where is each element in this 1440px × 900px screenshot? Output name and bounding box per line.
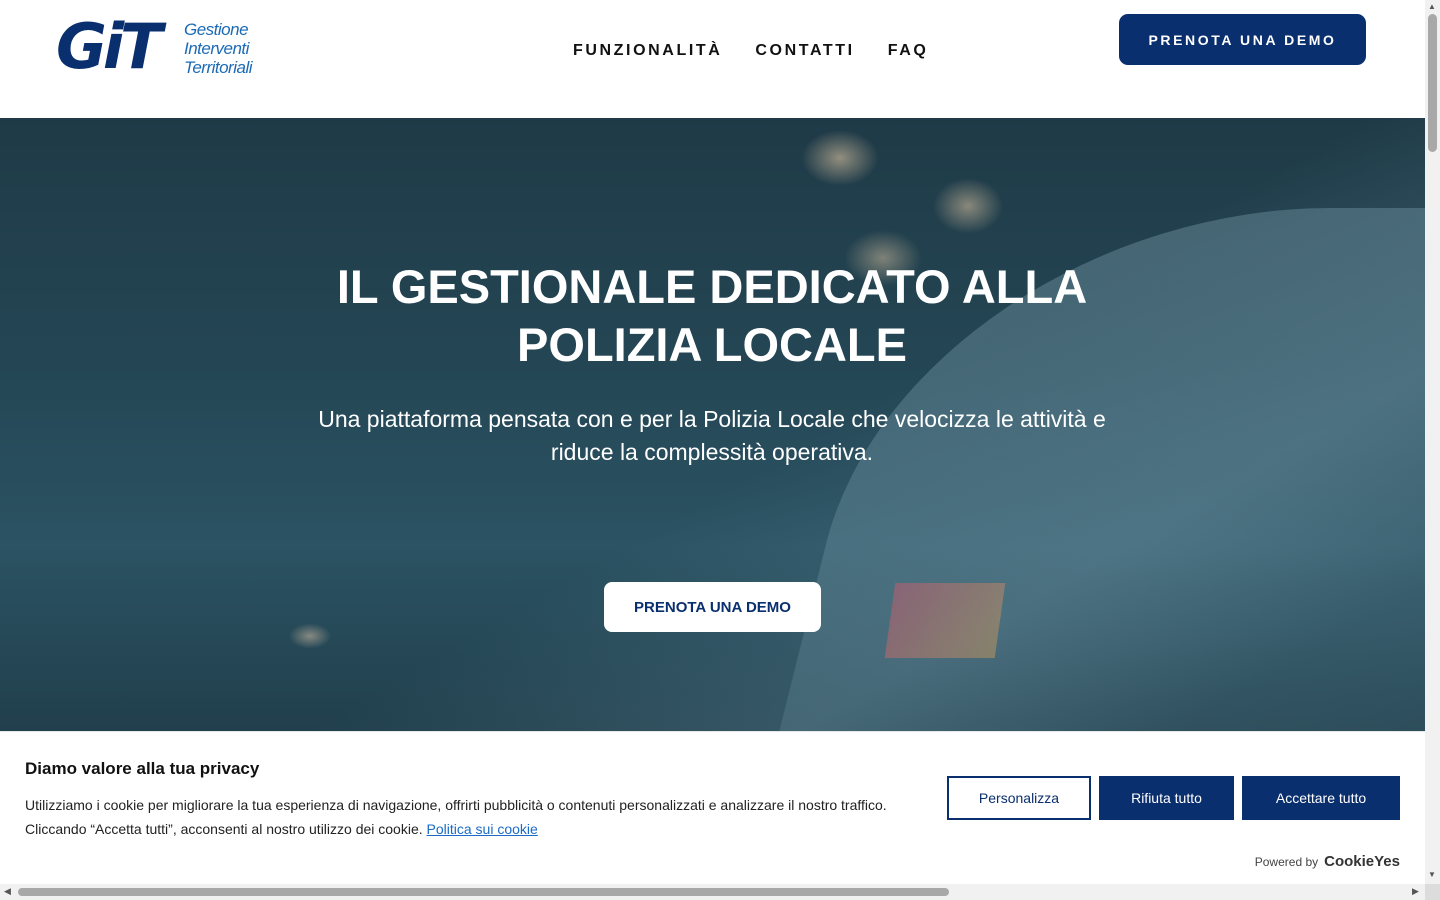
horizontal-scrollbar[interactable]: ◀ ▶: [0, 884, 1425, 900]
scroll-up-arrow-icon[interactable]: ▲: [1428, 2, 1436, 11]
scroll-right-arrow-icon[interactable]: ▶: [1412, 886, 1419, 897]
hero-title-line-2: POLIZIA LOCALE: [517, 318, 907, 371]
cookie-customize-button[interactable]: Personalizza: [947, 776, 1091, 820]
scroll-left-arrow-icon[interactable]: ◀: [4, 886, 11, 897]
vertical-scroll-thumb[interactable]: [1428, 14, 1437, 152]
nav-faq[interactable]: FAQ: [888, 40, 929, 62]
cookie-text: Utilizziamo i cookie per migliorare la t…: [25, 793, 925, 841]
hero-subtitle-line-1: Una piattaforma pensata con e per la Pol…: [318, 406, 1106, 432]
cookie-policy-link[interactable]: Politica sui cookie: [427, 821, 538, 837]
powered-by-label: Powered by: [1254, 855, 1319, 869]
header-book-demo-button[interactable]: PRENOTA UNA DEMO: [1119, 14, 1366, 65]
hero-book-demo-button[interactable]: PRENOTA UNA DEMO: [604, 582, 821, 632]
scrollbar-corner: [1425, 884, 1440, 900]
hero-background-emblem: [884, 583, 1006, 658]
cookie-title: Diamo valore alla tua privacy: [25, 759, 260, 778]
logo-line-1: Gestione: [184, 20, 249, 39]
horizontal-scroll-thumb[interactable]: [18, 888, 949, 896]
cookie-accept-button[interactable]: Accettare tutto: [1242, 776, 1400, 820]
logo-mark: GiT: [56, 10, 162, 83]
hero-title-line-1: IL GESTIONALE DEDICATO ALLA: [336, 260, 1088, 313]
logo-wordmark: Gestione Interventi Territoriali: [184, 20, 253, 77]
cookieyes-logo[interactable]: CookieYes: [1324, 853, 1400, 870]
cookie-powered-by: Powered by CookieYes: [1255, 853, 1400, 870]
logo-line-3: Territoriali: [184, 58, 253, 77]
site-header: GiT Gestione Interventi Territoriali FUN…: [0, 0, 1425, 118]
nav-contatti[interactable]: CONTATTI: [755, 40, 854, 62]
hero-title: IL GESTIONALE DEDICATO ALLA POLIZIA LOCA…: [262, 258, 1162, 374]
cookie-banner: Diamo valore alla tua privacy Utilizziam…: [0, 731, 1425, 885]
logo-line-2: Interventi: [184, 39, 249, 58]
hero-subtitle: Una piattaforma pensata con e per la Pol…: [262, 403, 1162, 469]
git-logo[interactable]: GiT Gestione Interventi Territoriali: [56, 14, 271, 80]
hero-section: IL GESTIONALE DEDICATO ALLA POLIZIA LOCA…: [0, 118, 1425, 731]
scroll-down-arrow-icon[interactable]: ▼: [1428, 870, 1436, 879]
vertical-scrollbar[interactable]: ▲ ▼: [1425, 0, 1440, 884]
main-nav: FUNZIONALITÀ CONTATTI FAQ: [573, 40, 928, 62]
hero-subtitle-line-2: riduce la complessità operativa.: [550, 439, 874, 465]
cookie-reject-button[interactable]: Rifiuta tutto: [1099, 776, 1234, 820]
nav-funzionalita[interactable]: FUNZIONALITÀ: [573, 40, 722, 62]
